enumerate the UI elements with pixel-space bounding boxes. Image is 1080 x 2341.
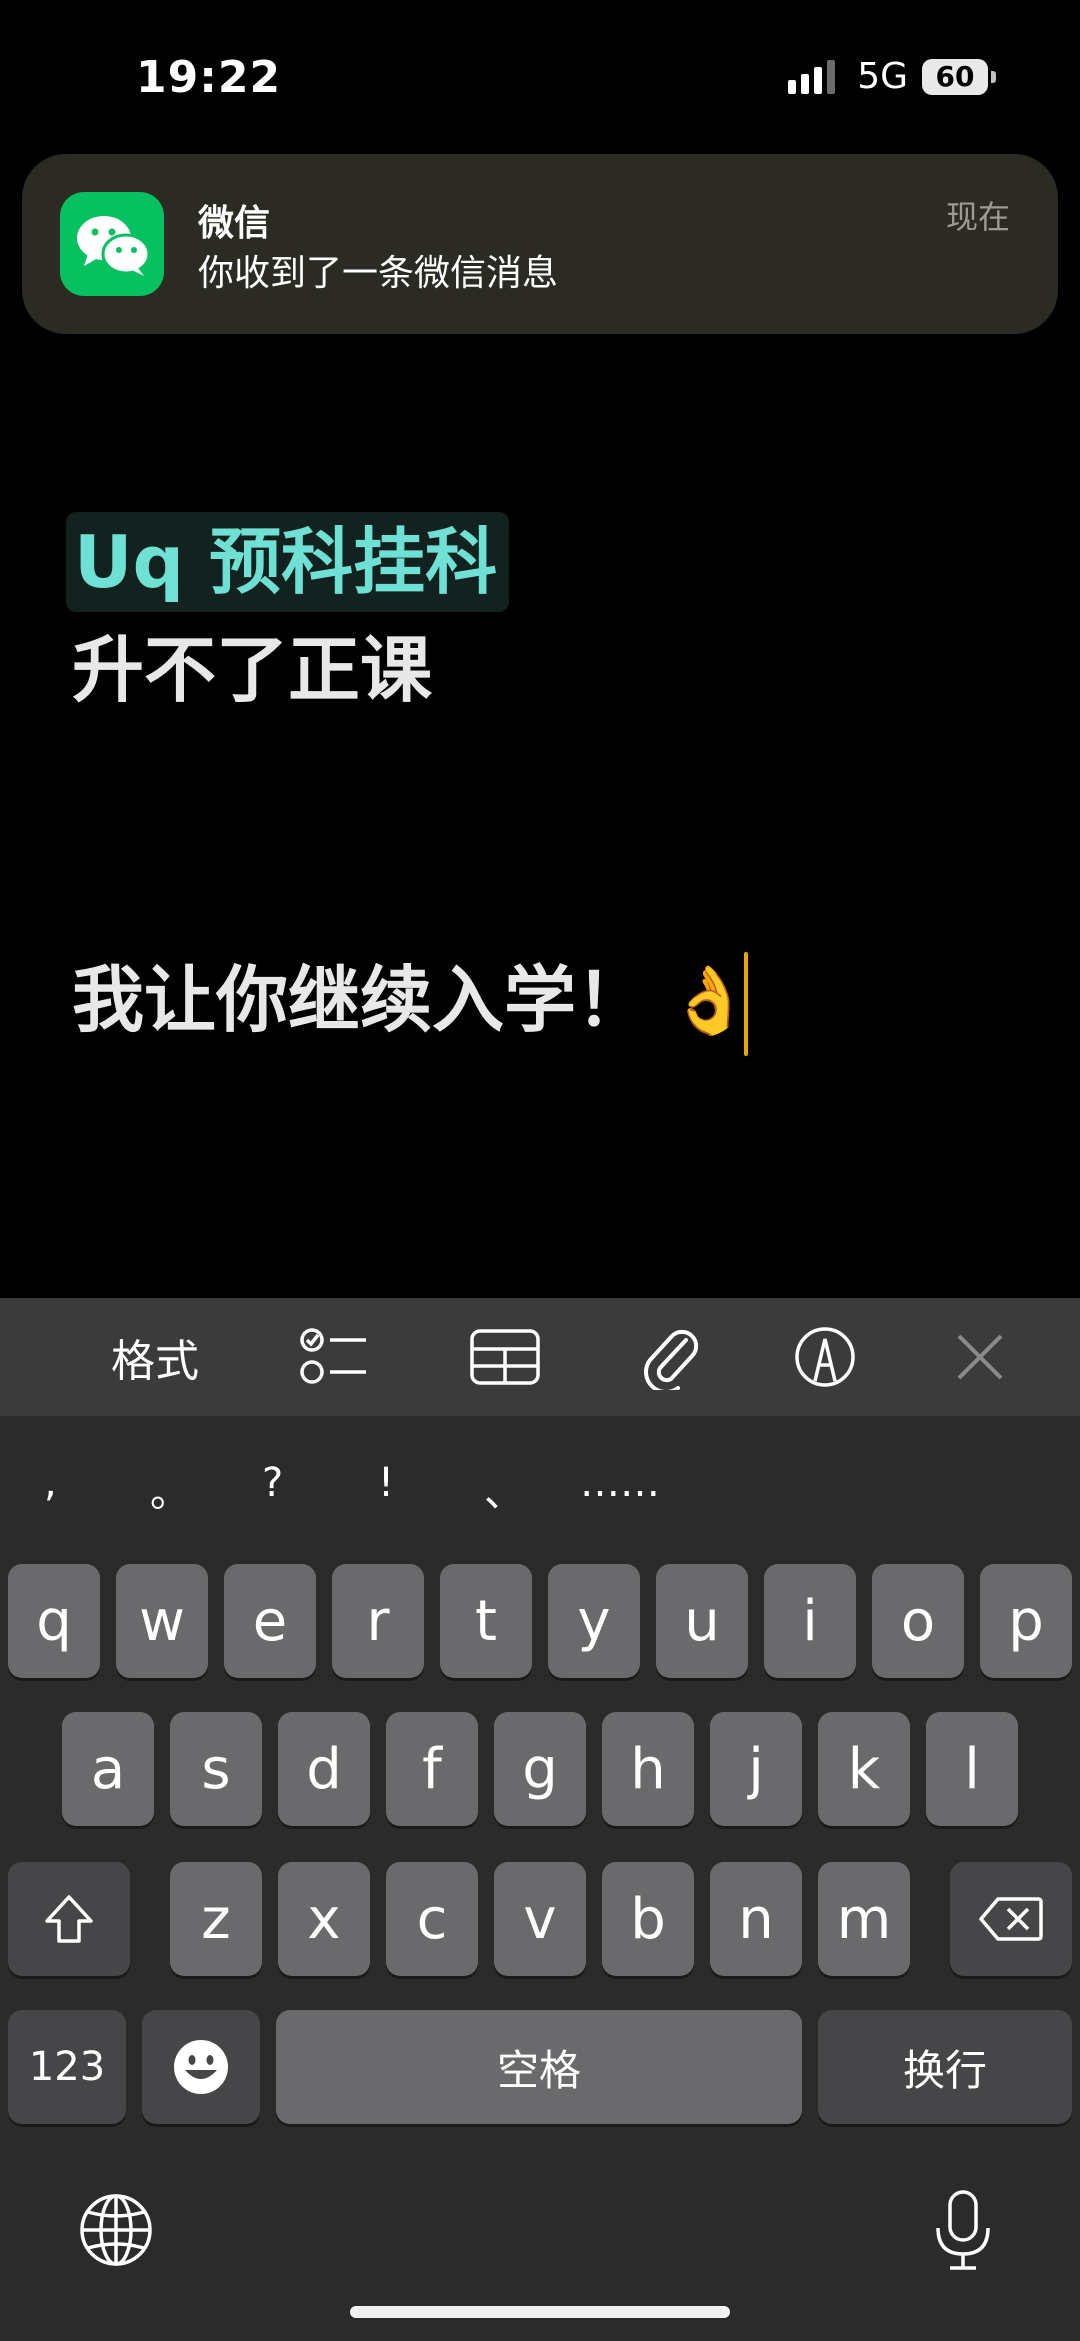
battery-icon: 60	[922, 58, 996, 95]
key-i[interactable]: i	[764, 1564, 856, 1678]
network-type: 5G	[857, 56, 908, 97]
key-m[interactable]: m	[818, 1862, 910, 1976]
key-k[interactable]: k	[818, 1712, 910, 1826]
microphone-icon[interactable]	[930, 2188, 996, 2276]
home-indicator[interactable]	[350, 2306, 730, 2318]
key-b[interactable]: b	[602, 1862, 694, 1976]
key-n[interactable]: n	[710, 1862, 802, 1976]
return-key[interactable]: 换行	[818, 2010, 1072, 2124]
cellular-signal-icon	[788, 59, 836, 94]
notification-app-name: 微信	[198, 203, 271, 244]
wechat-icon	[60, 192, 164, 296]
punct-exclaim[interactable]: !	[378, 1460, 394, 1506]
key-t[interactable]: t	[440, 1564, 532, 1678]
punct-comma[interactable]: ,	[44, 1460, 57, 1506]
ok-hand-emoji: 👌	[668, 962, 751, 1039]
key-a[interactable]: a	[62, 1712, 154, 1826]
key-x[interactable]: x	[278, 1862, 370, 1976]
note-heading-highlight: Uq 预科挂科	[66, 512, 510, 612]
numbers-key[interactable]: 123	[8, 2010, 126, 2124]
shift-icon	[45, 1895, 93, 1943]
keyboard-toolbar: 格式	[0, 1298, 1080, 1416]
key-c[interactable]: c	[386, 1862, 478, 1976]
emoji-key[interactable]	[142, 2010, 260, 2124]
delete-key[interactable]	[950, 1862, 1072, 1976]
punct-period[interactable]: 。	[150, 1460, 190, 1518]
shift-key[interactable]	[8, 1862, 130, 1976]
key-y[interactable]: y	[548, 1564, 640, 1678]
key-z[interactable]: z	[170, 1862, 262, 1976]
key-f[interactable]: f	[386, 1712, 478, 1826]
punct-enum-comma[interactable]: 、	[484, 1460, 524, 1518]
status-indicators: 5G 60	[788, 56, 996, 97]
key-d[interactable]: d	[278, 1712, 370, 1826]
notification-banner[interactable]: 微信 你收到了一条微信消息 现在	[22, 154, 1058, 334]
notification-time: 现在	[945, 198, 1010, 236]
checklist-icon[interactable]	[290, 1298, 380, 1416]
key-u[interactable]: u	[656, 1564, 748, 1678]
table-icon[interactable]	[460, 1298, 550, 1416]
key-v[interactable]: v	[494, 1862, 586, 1976]
key-w[interactable]: w	[116, 1564, 208, 1678]
key-g[interactable]: g	[494, 1712, 586, 1826]
key-s[interactable]: s	[170, 1712, 262, 1826]
format-button[interactable]: 格式	[80, 1298, 230, 1416]
space-key[interactable]: 空格	[276, 2010, 802, 2124]
key-l[interactable]: l	[926, 1712, 1018, 1826]
emoji-icon	[174, 2040, 228, 2094]
key-r[interactable]: r	[332, 1564, 424, 1678]
keyboard: , 。 ? ! 、 …… q w e r t y u i o p a s d f…	[0, 1416, 1080, 2341]
key-e[interactable]: e	[224, 1564, 316, 1678]
note-line-1[interactable]: Uq 预科挂科	[74, 512, 497, 612]
status-time: 19:22	[136, 52, 282, 103]
key-h[interactable]: h	[602, 1712, 694, 1826]
punct-ellipsis[interactable]: ……	[580, 1460, 660, 1506]
text-cursor	[744, 952, 748, 1056]
key-j[interactable]: j	[710, 1712, 802, 1826]
note-line-3[interactable]: 我让你继续入学！	[72, 950, 648, 1050]
key-o[interactable]: o	[872, 1564, 964, 1678]
globe-icon[interactable]	[78, 2192, 154, 2272]
key-p[interactable]: p	[980, 1564, 1072, 1678]
punct-question[interactable]: ?	[262, 1460, 283, 1506]
note-line-2[interactable]: 升不了正课	[72, 620, 432, 720]
attachment-icon[interactable]	[625, 1298, 715, 1416]
key-q[interactable]: q	[8, 1564, 100, 1678]
backspace-icon	[979, 1897, 1043, 1941]
notification-message: 你收到了一条微信消息	[198, 253, 559, 294]
markup-pen-icon[interactable]	[780, 1298, 870, 1416]
close-icon[interactable]	[935, 1298, 1025, 1416]
